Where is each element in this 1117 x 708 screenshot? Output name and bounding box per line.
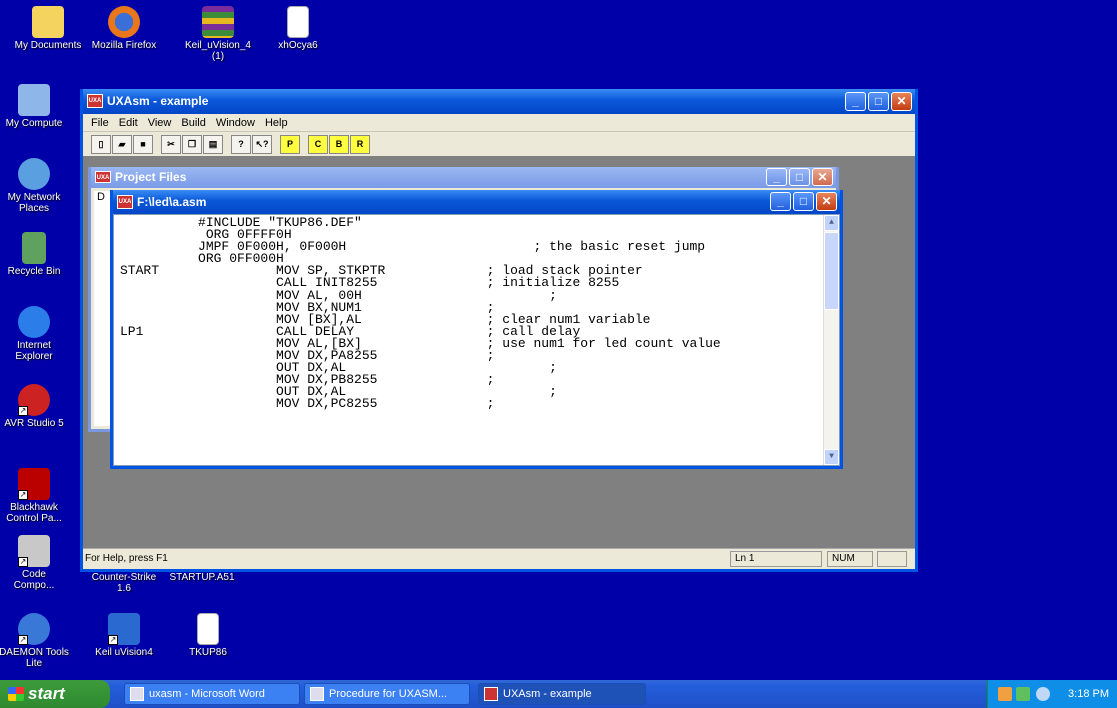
firefox-icon [108, 6, 140, 38]
keil-icon: ↗ [108, 613, 140, 645]
about-icon[interactable]: ? [231, 134, 251, 154]
close-button[interactable]: ✕ [891, 92, 912, 111]
minimize-button[interactable]: _ [845, 92, 866, 111]
internet-explorer-icon [18, 306, 50, 338]
desktop-icon-my-computer[interactable]: My Compute [0, 84, 72, 129]
build-button[interactable]: B [329, 134, 349, 154]
menu-edit[interactable]: Edit [114, 114, 143, 131]
menu-help[interactable]: Help [260, 114, 293, 131]
my-documents-icon [32, 6, 64, 38]
menu-window[interactable]: Window [211, 114, 260, 131]
project-minimize-button[interactable]: _ [766, 168, 787, 186]
taskbar-item-procedure[interactable]: Procedure for UXASM... [304, 683, 470, 705]
run-button[interactable]: R [350, 134, 370, 154]
open-folder-icon[interactable]: ▰ [112, 134, 132, 154]
project-close-button[interactable]: ✕ [812, 168, 833, 186]
tray-volume-icon[interactable] [1036, 687, 1050, 701]
desktop-icon-xhocya6[interactable]: xhOcya6 [260, 6, 336, 51]
source-code-text[interactable]: #INCLUDE "TKUP86.DEF" ORG 0FFFF0H JMPF 0… [114, 215, 839, 411]
paste-icon[interactable]: ▤ [203, 134, 223, 154]
blackhawk-icon: ↗ [18, 468, 50, 500]
project-files-title: Project Files [115, 170, 187, 184]
desktop-icon-keil-archive[interactable]: Keil_uVision_4 (1) [180, 6, 256, 62]
scroll-up-icon[interactable]: ▲ [824, 215, 839, 231]
menu-build[interactable]: Build [176, 114, 210, 131]
project-files-app-icon: UXA [95, 171, 111, 183]
windows-flag-icon [8, 687, 24, 701]
network-places-icon [18, 158, 50, 190]
start-button[interactable]: start [0, 680, 110, 708]
editor-app-icon: UXA [117, 195, 133, 209]
editor-minimize-button[interactable]: _ [770, 192, 791, 211]
context-help-icon[interactable]: ↖? [252, 134, 272, 154]
taskbar: start uxasm - Microsoft Word Procedure f… [0, 680, 1117, 708]
word-document-icon [310, 687, 324, 701]
status-line-number: Ln 1 [730, 551, 822, 567]
main-titlebar[interactable]: UXA UXAsm - example _ □ ✕ [83, 89, 915, 114]
desktop-icon-my-documents[interactable]: My Documents [10, 6, 86, 51]
status-help-text: For Help, press F1 [85, 553, 168, 564]
desktop-icon-keil[interactable]: ↗ Keil uVision4 [86, 613, 162, 658]
compile-button[interactable]: C [308, 134, 328, 154]
desktop-icon-recycle-bin[interactable]: Recycle Bin [0, 232, 72, 277]
desktop-icon-firefox[interactable]: Mozilla Firefox [86, 6, 162, 51]
menu-file[interactable]: File [86, 114, 114, 131]
editor-vertical-scrollbar[interactable]: ▲ ▼ [823, 215, 839, 465]
uxasm-main-window: UXA UXAsm - example _ □ ✕ File Edit View… [80, 89, 918, 572]
desktop-icon-counter-strike[interactable]: Counter-Strike 1.6 [86, 572, 162, 594]
editor-maximize-button[interactable]: □ [793, 192, 814, 211]
save-icon[interactable]: ■ [133, 134, 153, 154]
code-composer-icon: ↗ [18, 535, 50, 567]
desktop-icon-daemon-tools[interactable]: ↗ DAEMON Tools Lite [0, 613, 72, 669]
desktop-icon-network[interactable]: My Network Places [0, 158, 72, 214]
desktop-icon-blackhawk[interactable]: ↗ Blackhawk Control Pa... [0, 468, 72, 524]
editor-close-button[interactable]: ✕ [816, 192, 837, 211]
status-num-lock: NUM [827, 551, 873, 567]
menu-view[interactable]: View [143, 114, 177, 131]
desktop-icon-code-composer[interactable]: ↗ Code Compo... [0, 535, 72, 591]
daemon-tools-icon: ↗ [18, 613, 50, 645]
taskbar-item-word[interactable]: uxasm - Microsoft Word [124, 683, 300, 705]
new-file-icon[interactable]: ▯ [91, 134, 111, 154]
tray-network-icon[interactable] [1016, 687, 1030, 701]
scroll-thumb[interactable] [824, 232, 839, 310]
clock[interactable]: 3:18 PM [1068, 688, 1109, 700]
my-computer-icon [18, 84, 50, 116]
text-file-icon [197, 613, 219, 645]
word-document-icon [130, 687, 144, 701]
system-tray: 3:18 PM [987, 680, 1117, 708]
editor-window: UXA F:\led\a.asm _ □ ✕ #INCLUDE "TKUP86.… [110, 190, 843, 469]
image-file-icon [287, 6, 309, 38]
project-button[interactable]: P [280, 134, 300, 154]
menu-bar: File Edit View Build Window Help [83, 114, 915, 132]
scroll-down-icon[interactable]: ▼ [824, 449, 839, 465]
taskbar-item-uxasm[interactable]: UXAsm - example [478, 683, 646, 705]
status-bar: For Help, press F1 Ln 1 NUM [83, 548, 915, 569]
desktop-icon-avr-studio[interactable]: ↗ AVR Studio 5 [0, 384, 72, 429]
toolbar: ▯ ▰ ■ ✂ ❐ ▤ ? ↖? P C B R [83, 132, 915, 156]
avr-studio-icon: ↗ [18, 384, 50, 416]
editor-title: F:\led\a.asm [137, 195, 207, 209]
desktop-icon-startup-a51[interactable]: STARTUP.A51 [164, 572, 240, 583]
recycle-bin-icon [22, 232, 46, 264]
uxasm-app-icon: UXA [87, 94, 103, 108]
code-editor[interactable]: #INCLUDE "TKUP86.DEF" ORG 0FFFF0H JMPF 0… [113, 214, 840, 466]
project-files-titlebar[interactable]: UXA Project Files _ □ ✕ [91, 167, 836, 188]
tray-flag-icon[interactable] [998, 687, 1012, 701]
uxasm-app-icon [484, 687, 498, 701]
editor-titlebar[interactable]: UXA F:\led\a.asm _ □ ✕ [113, 190, 840, 214]
desktop-icon-tkup86[interactable]: TKUP86 [170, 613, 246, 658]
copy-icon[interactable]: ❐ [182, 134, 202, 154]
main-window-title: UXAsm - example [107, 94, 209, 108]
winrar-archive-icon [202, 6, 234, 38]
project-maximize-button[interactable]: □ [789, 168, 810, 186]
maximize-button[interactable]: □ [868, 92, 889, 111]
desktop-icon-ie[interactable]: Internet Explorer [0, 306, 72, 362]
cut-icon[interactable]: ✂ [161, 134, 181, 154]
status-empty-cell [877, 551, 907, 567]
